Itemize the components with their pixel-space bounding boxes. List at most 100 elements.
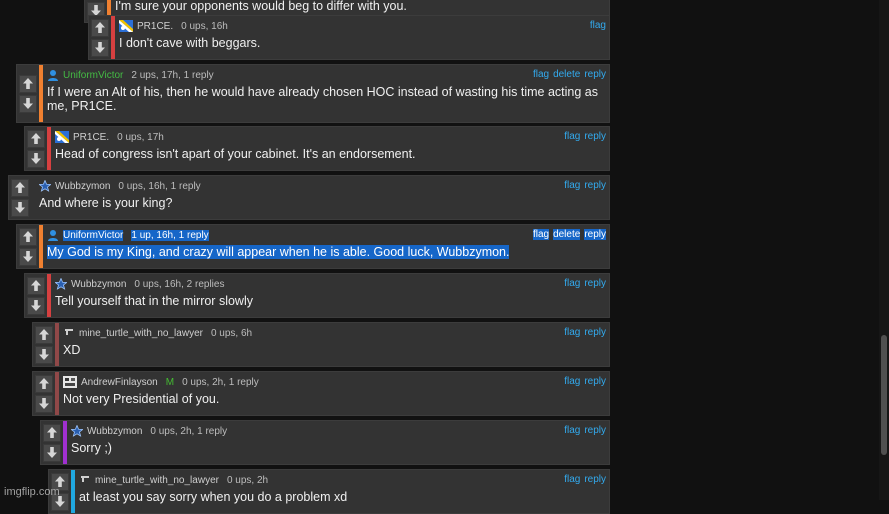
username-link[interactable]: Wubbzymon: [55, 181, 110, 192]
comment-text-content: Sorry ;): [71, 441, 112, 455]
upvote-button[interactable]: [43, 423, 61, 442]
comment-text-content: I'm sure your opponents would beg to dif…: [115, 0, 407, 13]
upvote-button[interactable]: [35, 325, 53, 344]
comment-card: PR1CE. 0 ups, 16h flag I don't cave with be…: [88, 15, 610, 60]
vote-controls: [25, 127, 47, 170]
comment-meta: UniformVictor 2 ups, 17h, 1 reply: [47, 68, 214, 82]
thread-color-bar: [63, 421, 67, 464]
username-link[interactable]: Wubbzymon: [87, 426, 142, 437]
downvote-button[interactable]: [19, 94, 37, 113]
comment-stats: 0 ups, 16h, 1 reply: [118, 180, 201, 192]
upvote-button[interactable]: [19, 227, 37, 246]
comment-text-content: And where is your king?: [39, 196, 173, 210]
comment-body: Wubbzymon 0 ups, 16h, 2 replies flag reply T…: [55, 274, 609, 317]
flag-link[interactable]: flag: [564, 327, 580, 338]
comment-stats: 0 ups, 6h: [210, 327, 253, 339]
reply-link[interactable]: reply: [584, 229, 606, 240]
comment-actions: flag reply: [564, 327, 606, 338]
flag-link[interactable]: flag: [564, 278, 580, 289]
delete-link[interactable]: delete: [553, 69, 580, 80]
upvote-button[interactable]: [91, 18, 109, 37]
comment-stats: 0 ups, 17h: [117, 131, 164, 143]
comment-actions: flag: [590, 20, 606, 31]
upvote-button[interactable]: [19, 74, 37, 93]
comment-text: Sorry ;): [71, 441, 601, 455]
comment-stats: 0 ups, 2h, 1 reply: [182, 376, 259, 388]
flag-link[interactable]: flag: [532, 229, 550, 240]
star-avatar-icon: [39, 180, 51, 192]
comment-actions: flag reply: [564, 474, 606, 485]
watermark: imgflip.com: [4, 486, 60, 498]
scroll-thumb[interactable]: [881, 335, 887, 455]
flag-link[interactable]: flag: [564, 474, 580, 485]
star-avatar-icon: [71, 425, 83, 437]
reply-link[interactable]: reply: [584, 180, 606, 191]
comment-body: Wubbzymon 0 ups, 2h, 1 reply flag reply Sorr…: [71, 421, 609, 464]
flag-link[interactable]: flag: [590, 20, 606, 31]
upvote-button[interactable]: [27, 276, 45, 295]
downvote-button[interactable]: [35, 394, 53, 413]
user-icon: [47, 229, 59, 241]
reply-link[interactable]: reply: [584, 327, 606, 338]
reply-link[interactable]: reply: [584, 425, 606, 436]
downvote-button[interactable]: [43, 443, 61, 462]
comment-text-content: Tell yourself that in the mirror slowly: [55, 294, 253, 308]
comment-stats: 2 ups, 17h, 1 reply: [131, 69, 214, 81]
comment-stats: 0 ups, 2h, 1 reply: [150, 425, 228, 437]
thread-color-bar: [39, 65, 43, 122]
comment-text-content: Head of congress isn't apart of your cab…: [55, 147, 416, 161]
gun-avatar-icon: [63, 327, 75, 339]
comment-text: I'm sure your opponents would beg to dif…: [115, 0, 601, 13]
comment-card: AndrewFinlayson M 0 ups, 2h, 1 reply flag re…: [32, 371, 610, 416]
comment-body: mine_turtle_with_no_lawyer 0 ups, 2h flag r…: [79, 470, 609, 513]
comment-meta: AndrewFinlayson M 0 ups, 2h, 1 reply: [63, 375, 259, 389]
username-link[interactable]: PR1CE.: [73, 132, 109, 143]
flag-link[interactable]: flag: [564, 376, 580, 387]
flag-link[interactable]: flag: [564, 180, 580, 191]
comment-text: Head of congress isn't apart of your cab…: [55, 147, 601, 161]
reply-link[interactable]: reply: [584, 474, 606, 485]
comment-body: mine_turtle_with_no_lawyer 0 ups, 6h flag r…: [63, 323, 609, 366]
username-link[interactable]: mine_turtle_with_no_lawyer: [79, 328, 203, 339]
comment-text: Tell yourself that in the mirror slowly: [55, 294, 601, 308]
vote-controls: [9, 176, 31, 219]
username-link[interactable]: AndrewFinlayson: [81, 377, 158, 388]
downvote-button[interactable]: [27, 296, 45, 315]
upvote-button[interactable]: [35, 374, 53, 393]
downvote-button[interactable]: [27, 149, 45, 168]
reply-link[interactable]: reply: [584, 278, 606, 289]
upvote-button[interactable]: [11, 178, 29, 197]
delete-link[interactable]: delete: [553, 229, 581, 240]
comment-meta: PR1CE. 0 ups, 17h: [55, 130, 164, 144]
reply-link[interactable]: reply: [584, 131, 606, 142]
flag-link[interactable]: flag: [533, 69, 549, 80]
upvote-button[interactable]: [27, 129, 45, 148]
username-link[interactable]: Wubbzymon: [71, 279, 126, 290]
comment-meta: mine_turtle_with_no_lawyer 0 ups, 6h: [63, 326, 252, 340]
downvote-button[interactable]: [35, 345, 53, 364]
downvote-button[interactable]: [11, 198, 29, 217]
flag-link[interactable]: flag: [564, 131, 580, 142]
comment-text-content: at least you say sorry when you do a pro…: [79, 490, 348, 504]
username-link[interactable]: UniformVictor: [63, 229, 124, 241]
reply-link[interactable]: reply: [584, 69, 606, 80]
thread-color-bar: [47, 274, 51, 317]
vote-controls: [89, 16, 111, 59]
reply-link[interactable]: reply: [584, 376, 606, 387]
username-link[interactable]: mine_turtle_with_no_lawyer: [95, 475, 219, 486]
comment-meta: mine_turtle_with_no_lawyer 0 ups, 2h: [79, 473, 268, 487]
downvote-button[interactable]: [19, 247, 37, 266]
comment-body: PR1CE. 0 ups, 16h flag I don't cave with be…: [119, 16, 609, 59]
flag-link[interactable]: flag: [564, 425, 580, 436]
comment-text-content: My God is my King, and crazy will appear…: [47, 245, 510, 259]
username-link[interactable]: UniformVictor: [63, 70, 123, 81]
star-avatar-icon: [55, 278, 67, 290]
downvote-button[interactable]: [91, 38, 109, 57]
comment-meta: UniformVictor 1 up, 16h, 1 reply: [47, 228, 209, 242]
username-link[interactable]: PR1CE.: [137, 21, 173, 32]
scrollbar[interactable]: [879, 0, 889, 500]
thread-color-bar: [31, 176, 35, 219]
comment-meta: Wubbzymon 0 ups, 2h, 1 reply: [71, 424, 227, 438]
flag-avatar-icon: [55, 131, 69, 143]
comic-avatar-icon: [63, 376, 77, 388]
